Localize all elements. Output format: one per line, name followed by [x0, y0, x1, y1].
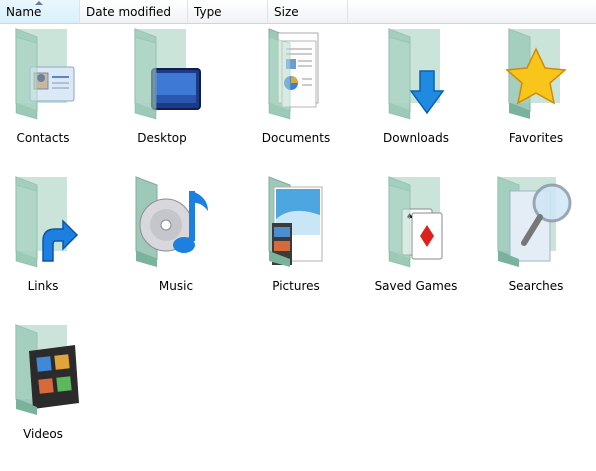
folder-label: Music [158, 279, 194, 293]
folder-item-documents[interactable]: Documents [236, 27, 356, 175]
folder-label: Searches [508, 279, 564, 293]
folder-item-desktop[interactable]: Desktop [102, 27, 222, 175]
magnifier-folder-icon [497, 176, 572, 267]
folder-item-searches[interactable]: Searches [476, 175, 596, 323]
folder-label: Desktop [137, 131, 187, 145]
playing-card-folder-icon: ♠ [388, 176, 443, 268]
column-header-bar: Name Date modified Type Size [0, 0, 596, 24]
folder-item-favorites[interactable]: Favorites [476, 27, 596, 175]
folder-item-videos[interactable]: Videos [0, 323, 103, 471]
shortcut-arrow-folder-icon [15, 176, 79, 268]
folder-item-downloads[interactable]: Downloads [356, 27, 476, 175]
folder-item-music[interactable]: Music [116, 175, 236, 323]
contacts-folder-icon [15, 28, 75, 120]
column-header-name[interactable]: Name [0, 0, 80, 23]
column-header-size[interactable]: Size [268, 0, 348, 23]
folder-label: Downloads [383, 131, 449, 145]
photo-folder-icon [268, 176, 323, 267]
folder-label: Contacts [16, 131, 70, 145]
column-header-label: Type [194, 5, 222, 19]
downloads-folder-icon [388, 28, 445, 120]
monitor-folder-icon [134, 28, 201, 120]
folder-item-contacts[interactable]: Contacts [0, 27, 103, 175]
column-header-label: Date modified [86, 5, 172, 19]
folder-label: Favorites [508, 131, 564, 145]
folder-label: Saved Games [374, 279, 458, 293]
folder-item-links[interactable]: Links [0, 175, 103, 323]
film-strip-folder-icon [15, 324, 79, 415]
folder-label: Links [27, 279, 59, 293]
column-header-date-modified[interactable]: Date modified [80, 0, 188, 23]
folder-label: Videos [23, 427, 63, 441]
cd-music-folder-icon [135, 176, 208, 267]
star-folder-icon [505, 28, 567, 119]
folder-label: Documents [261, 131, 331, 145]
document-pages-folder-icon [268, 28, 319, 120]
sort-ascending-icon [35, 1, 43, 5]
column-header-label: Name [6, 5, 42, 19]
column-header-label: Size [274, 5, 299, 19]
folder-item-saved-games[interactable]: ♠ Saved Games [356, 175, 476, 323]
folder-item-pictures[interactable]: Pictures [236, 175, 356, 323]
column-header-type[interactable]: Type [188, 0, 268, 23]
folder-label: Pictures [272, 279, 320, 293]
